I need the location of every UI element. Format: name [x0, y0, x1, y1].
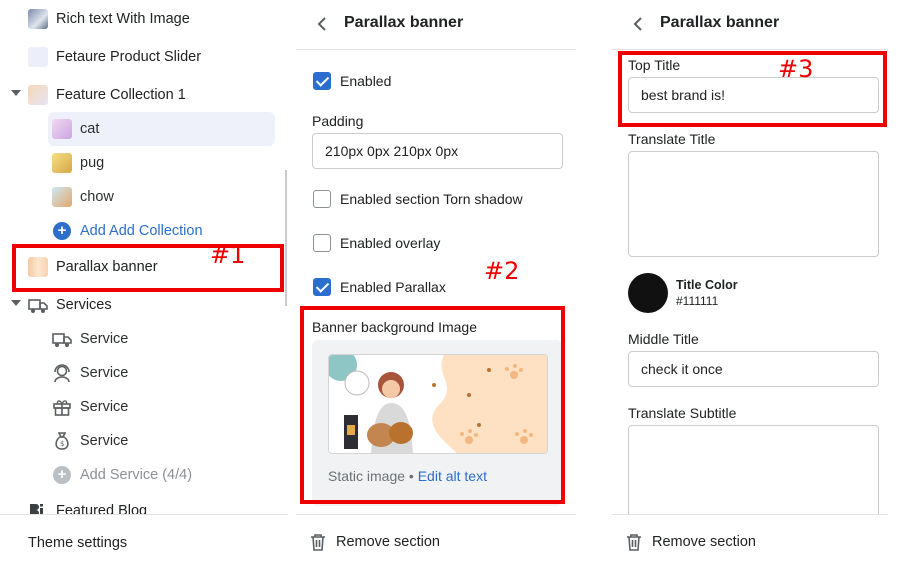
tree-item-label: Service	[80, 331, 129, 347]
title-color-value: #111111	[676, 294, 719, 308]
remove-section-button[interactable]: Remove section	[336, 534, 440, 550]
gift-icon	[53, 400, 71, 416]
truck-icon	[28, 299, 48, 313]
tree-item-pug[interactable]: pug	[0, 146, 284, 180]
middle-title-label: Middle Title	[628, 331, 699, 347]
tree-item-label: cat	[80, 121, 100, 137]
remove-section-bar: Remove section	[296, 514, 576, 580]
pug-thumbnail-icon	[52, 153, 72, 173]
caret-down-icon[interactable]	[11, 300, 21, 306]
middle-title-input[interactable]	[628, 351, 879, 387]
enabled-label: Enabled	[340, 73, 392, 89]
tree-item-label: Feature Collection 1	[56, 87, 186, 103]
svg-text:$: $	[60, 440, 64, 448]
padding-label: Padding	[312, 113, 364, 129]
support-agent-icon	[54, 364, 70, 383]
tree-item-chow[interactable]: chow	[0, 180, 284, 214]
panel-header: Parallax banner	[296, 0, 576, 50]
chevron-left-icon[interactable]	[632, 15, 644, 33]
panel-title: Parallax banner	[344, 14, 464, 31]
trash-icon	[311, 534, 325, 551]
title-color-label: Title Color	[676, 278, 738, 292]
add-service-button[interactable]: + Add Service (4/4)	[0, 458, 284, 492]
tree-item-feature-product-slider[interactable]: Fetaure Product Slider	[0, 40, 284, 74]
tree-item-label: Rich text With Image	[56, 11, 190, 27]
collection-thumbnail-icon	[28, 85, 48, 105]
caret-down-icon[interactable]	[11, 90, 21, 96]
tree-item-service-1[interactable]: Service	[0, 322, 284, 356]
panel-header: Parallax banner	[612, 0, 888, 50]
annotation-label-3: #3	[778, 55, 814, 83]
chevron-left-icon[interactable]	[316, 15, 328, 33]
tree-item-service-2[interactable]: Service	[0, 356, 284, 390]
truck-service-icon	[52, 333, 72, 347]
title-color-swatch[interactable]	[628, 273, 668, 313]
translate-title-label: Translate Title	[628, 131, 716, 147]
remove-section-bar: Remove section	[612, 514, 888, 580]
plus-circle-icon: +	[53, 466, 71, 484]
overlay-checkbox[interactable]	[313, 234, 331, 252]
cat-thumbnail-icon	[52, 119, 72, 139]
tree-item-service-4[interactable]: $ Service	[0, 424, 284, 458]
remove-section-button[interactable]: Remove section	[652, 534, 756, 550]
theme-settings-button[interactable]: Theme settings	[28, 535, 127, 551]
tree-item-label: chow	[80, 189, 114, 205]
parallax-label: Enabled Parallax	[340, 279, 446, 295]
product-slider-thumbnail-icon	[28, 47, 48, 67]
panel-title: Parallax banner	[660, 14, 780, 31]
tree-item-service-3[interactable]: Service	[0, 390, 284, 424]
tree-item-label: Service	[80, 433, 129, 449]
tree-item-feature-collection-1[interactable]: Feature Collection 1	[0, 78, 284, 112]
rich-text-thumbnail-icon	[28, 9, 48, 29]
tree-item-label: Add Service (4/4)	[80, 467, 193, 483]
translate-subtitle-textarea[interactable]	[628, 425, 879, 525]
theme-settings-bar: Theme settings	[0, 514, 288, 580]
tree-item-label: Add Add Collection	[80, 223, 203, 239]
annotation-box-3	[618, 51, 887, 127]
annotation-label-1: #1	[210, 241, 246, 269]
parallax-checkbox[interactable]	[313, 278, 331, 296]
padding-input[interactable]	[312, 133, 563, 169]
tree-item-services[interactable]: Services	[0, 288, 284, 322]
enabled-checkbox[interactable]	[313, 72, 331, 90]
chow-thumbnail-icon	[52, 187, 72, 207]
tree-item-label: pug	[80, 155, 105, 171]
tree-item-label: Service	[80, 399, 129, 415]
tree-item-label: Services	[56, 297, 112, 313]
plus-circle-icon: +	[53, 222, 71, 240]
money-bag-icon: $	[55, 432, 69, 450]
translate-subtitle-label: Translate Subtitle	[628, 405, 737, 421]
overlay-label: Enabled overlay	[340, 235, 441, 251]
sidebar-scrollbar[interactable]	[285, 170, 287, 306]
tree-item-cat[interactable]: cat	[0, 112, 284, 146]
tree-item-label: Service	[80, 365, 129, 381]
trash-icon	[627, 534, 641, 551]
translate-title-textarea[interactable]	[628, 151, 879, 257]
torn-shadow-label: Enabled section Torn shadow	[340, 191, 523, 207]
annotation-label-2: #2	[484, 257, 520, 285]
tree-item-rich-text-with-image[interactable]: Rich text With Image	[0, 2, 284, 36]
annotation-box-2	[300, 306, 565, 504]
torn-shadow-checkbox[interactable]	[313, 190, 331, 208]
tree-item-label: Fetaure Product Slider	[56, 49, 202, 65]
